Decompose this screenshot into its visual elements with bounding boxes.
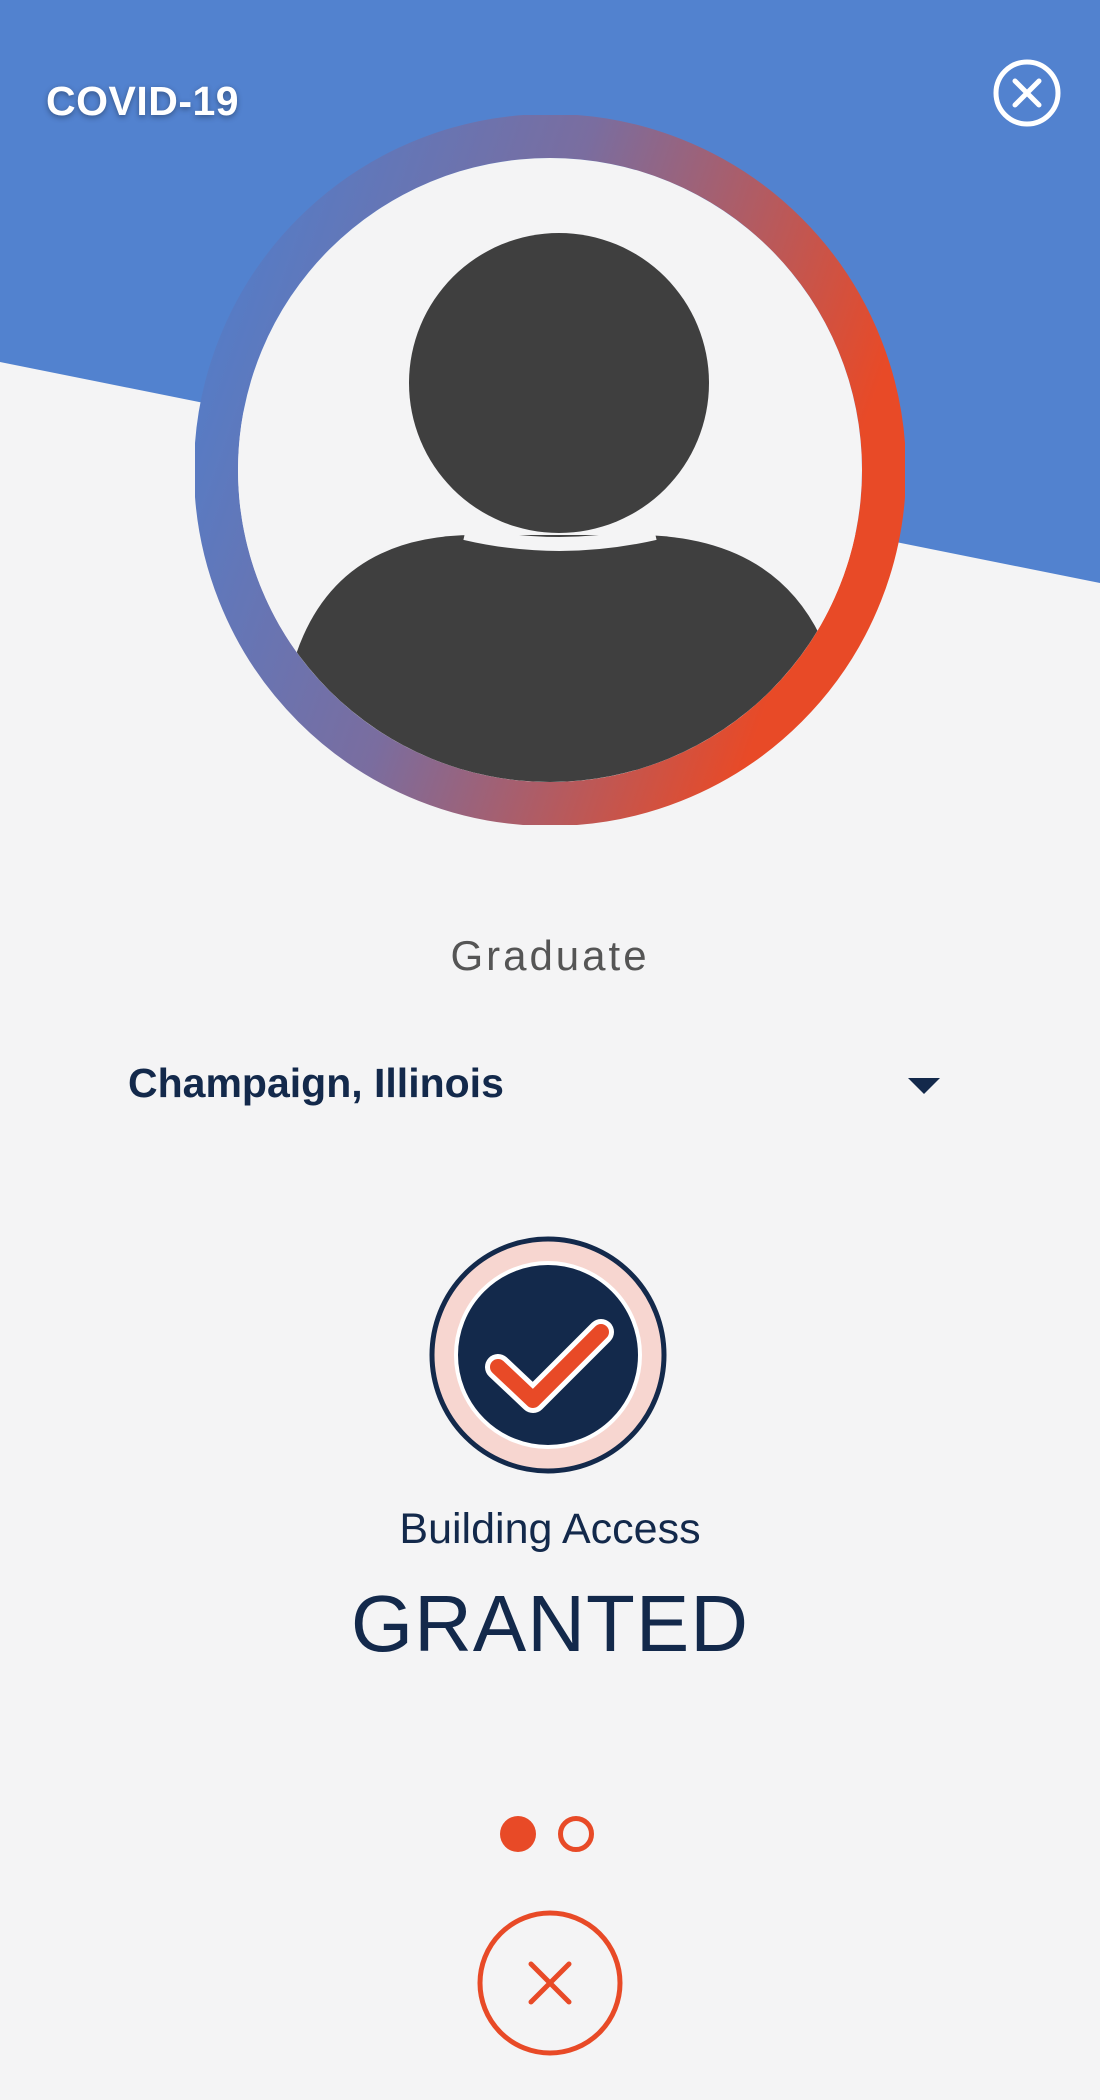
location-dropdown[interactable]: Champaign, Illinois	[128, 1050, 948, 1120]
page-dot-inactive[interactable]	[558, 1816, 594, 1852]
user-silhouette-icon	[195, 115, 905, 825]
role-label: Graduate	[450, 932, 650, 979]
caret-down-icon	[908, 1078, 940, 1094]
close-icon	[477, 1910, 623, 2056]
dismiss-button[interactable]	[476, 1909, 624, 2057]
status-caption: Building Access	[399, 1505, 701, 1553]
status-badge	[423, 1230, 673, 1480]
location-value: Champaign, Illinois	[128, 1060, 504, 1106]
profile-photo	[195, 115, 905, 825]
page-dot-active[interactable]	[500, 1816, 536, 1852]
checkmark-badge-icon	[429, 1236, 667, 1474]
access-pass-screen: COVID-19 Graduate Champaign, Illinois Bu…	[0, 0, 1100, 2100]
page-indicator	[498, 1816, 602, 1856]
close-circle-icon	[993, 59, 1061, 127]
close-button[interactable]	[992, 58, 1062, 128]
status-value: GRANTED	[350, 1579, 750, 1668]
